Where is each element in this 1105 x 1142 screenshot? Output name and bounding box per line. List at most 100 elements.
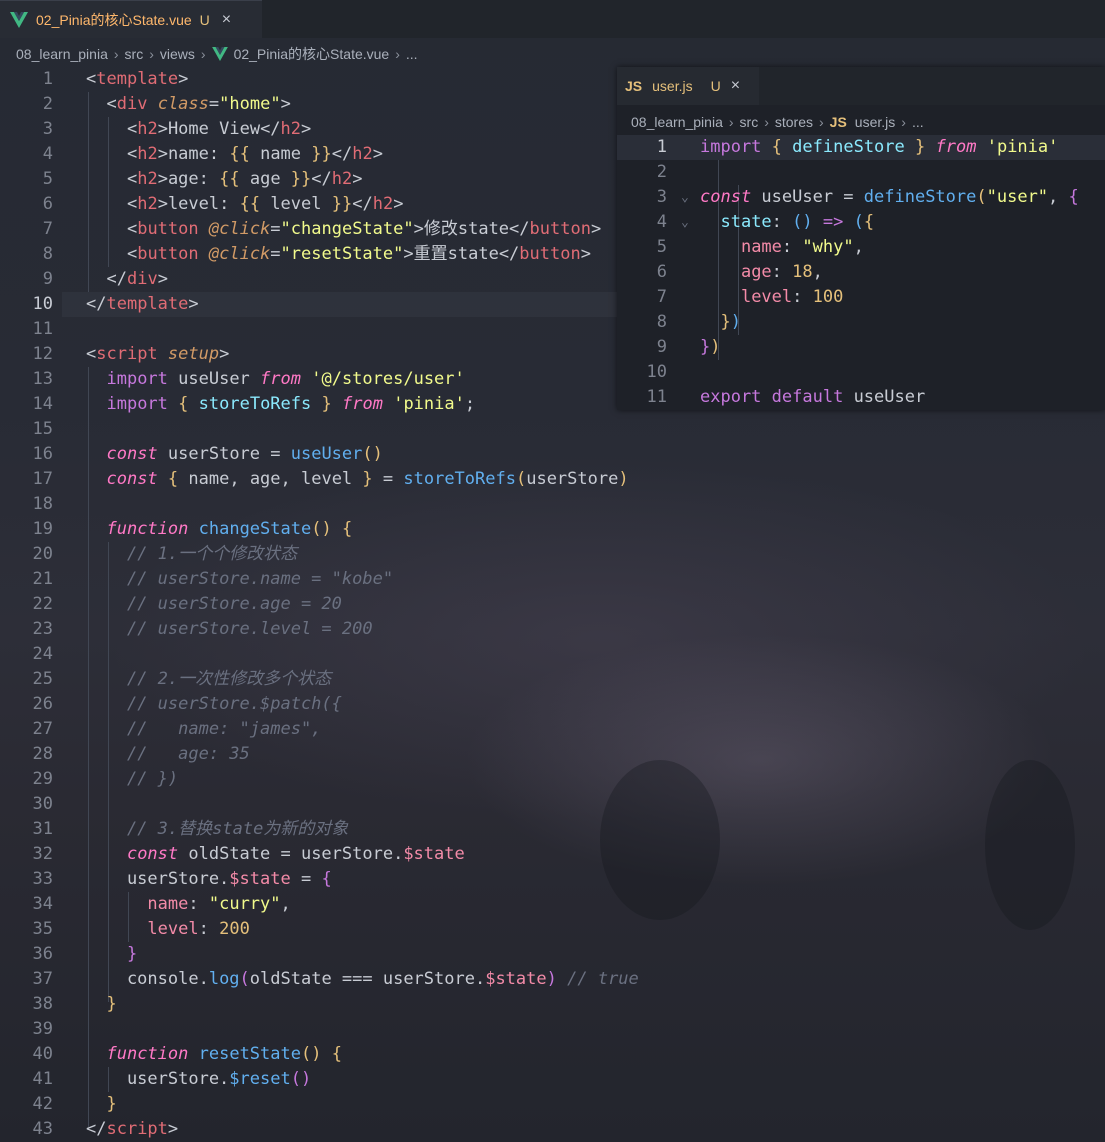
- code-token: 100: [812, 287, 844, 307]
- code-token: level: [740, 287, 793, 307]
- background-figure-left: [600, 760, 720, 920]
- breadcrumb-item[interactable]: stores: [775, 114, 813, 130]
- code-text: function resetState() {: [86, 1042, 341, 1067]
- code-text: level: 100: [700, 285, 843, 310]
- code-token: >: [157, 194, 168, 214]
- fold-chevron-icon[interactable]: ⌄: [681, 185, 689, 210]
- line-number: 36: [32, 944, 53, 964]
- code-line[interactable]: 1 import { defineStore } from 'pinia': [617, 135, 1105, 160]
- code-token: age: [239, 169, 291, 189]
- code-token: >: [590, 219, 602, 239]
- line-number: 16: [32, 444, 53, 464]
- code-token: script: [96, 344, 158, 364]
- code-line[interactable]: 11 export default useUser: [617, 385, 1105, 410]
- code-token: $state: [403, 844, 465, 864]
- peek-editor-panel[interactable]: JS user.js U × 08_learn_pinia › src › st…: [617, 67, 1105, 410]
- tab-main-file[interactable]: 02_Pinia的核心State.vue U ×: [0, 0, 262, 38]
- code-token: storeToRefs: [198, 394, 312, 414]
- code-text: }: [86, 1092, 116, 1117]
- code-text: }): [700, 310, 741, 335]
- code-line[interactable]: 2: [617, 160, 1105, 185]
- code-token: =: [270, 244, 281, 264]
- code-text: name: "why",: [700, 235, 864, 260]
- code-token: // userStore.age = 20: [126, 594, 342, 614]
- code-token: function: [106, 519, 189, 539]
- code-line[interactable]: 9}): [617, 335, 1105, 360]
- code-token: :: [792, 287, 813, 307]
- code-line[interactable]: 10: [617, 360, 1105, 385]
- untracked-status: U: [710, 78, 721, 94]
- code-line[interactable]: 8 }): [617, 310, 1105, 335]
- code-token: useUser: [843, 387, 926, 407]
- code-token: from: [260, 369, 301, 389]
- breadcrumb-item[interactable]: 08_learn_pinia: [631, 114, 723, 130]
- code-token: {: [321, 869, 332, 889]
- code-token: h2: [280, 119, 302, 139]
- fold-chevron-icon[interactable]: ⌄: [681, 210, 689, 235]
- tab-user-js[interactable]: JS user.js U ×: [617, 67, 759, 105]
- code-token: h2: [331, 169, 353, 189]
- close-icon[interactable]: ×: [731, 77, 740, 95]
- code-text: <h2>name: {{ name }}</h2>: [86, 142, 383, 167]
- code-line[interactable]: 6 age: 18,: [617, 260, 1105, 285]
- line-number: 26: [32, 694, 53, 714]
- vue-logo-icon: [211, 47, 228, 61]
- code-token: level: [147, 919, 199, 939]
- code-token: userStore =: [157, 444, 291, 464]
- breadcrumb-item[interactable]: ...: [406, 46, 418, 62]
- line-number: 14: [32, 394, 53, 414]
- code-token: 重置state: [413, 244, 499, 264]
- line-number: 11: [32, 319, 53, 339]
- breadcrumb-item[interactable]: 08_learn_pinia: [16, 46, 108, 62]
- code-token: >: [280, 94, 291, 114]
- code-line[interactable]: 4 ⌄ state: () => ({: [617, 210, 1105, 235]
- code-line[interactable]: 7 level: 100: [617, 285, 1105, 310]
- breadcrumb-item[interactable]: views: [160, 46, 195, 62]
- code-token: const: [700, 187, 752, 207]
- line-number: 23: [32, 619, 53, 639]
- code-text: import useUser from '@/stores/user': [86, 367, 464, 392]
- code-line[interactable]: 5 name: "why",: [617, 235, 1105, 260]
- code-text: age: 18,: [700, 260, 823, 285]
- code-token: =: [290, 869, 322, 889]
- code-token: :: [198, 919, 220, 939]
- code-text: // 3.替换state为新的对象: [86, 817, 348, 842]
- code-token: import: [700, 137, 762, 157]
- code-token: userStore.: [86, 869, 230, 889]
- code-token: oldState = userStore.: [178, 844, 404, 864]
- line-number: 12: [32, 344, 53, 364]
- code-line[interactable]: 3 ⌄ const useUser = defineStore("user", {: [617, 185, 1105, 210]
- code-text: <div class="home">: [86, 92, 291, 117]
- code-token: {: [341, 519, 353, 539]
- line-number: 38: [32, 994, 53, 1014]
- breadcrumb-item[interactable]: src: [740, 114, 759, 130]
- breadcrumb-item[interactable]: ...: [912, 114, 924, 130]
- breadcrumb-item[interactable]: src: [125, 46, 144, 62]
- breadcrumb-item[interactable]: 02_Pinia的核心State.vue: [234, 44, 390, 64]
- close-icon[interactable]: ×: [222, 11, 231, 29]
- code-token: ,: [280, 894, 291, 914]
- code-text: // }): [86, 767, 178, 792]
- line-number: 27: [32, 719, 53, 739]
- line-number: 5: [42, 169, 53, 189]
- peek-code-editor[interactable]: 1 import { defineStore } from 'pinia' 2 3 ⌄ c…: [617, 135, 1105, 410]
- code-token: 'pinia': [393, 394, 465, 414]
- code-token: (): [362, 444, 383, 464]
- code-token: ): [730, 312, 741, 332]
- editor-tab-bar: 02_Pinia的核心State.vue U ×: [0, 0, 1105, 38]
- code-token: }}: [311, 144, 332, 164]
- breadcrumb-item[interactable]: user.js: [855, 114, 895, 130]
- code-token: // 2.一次性修改多个状态: [126, 669, 332, 689]
- code-token: ;: [464, 394, 476, 414]
